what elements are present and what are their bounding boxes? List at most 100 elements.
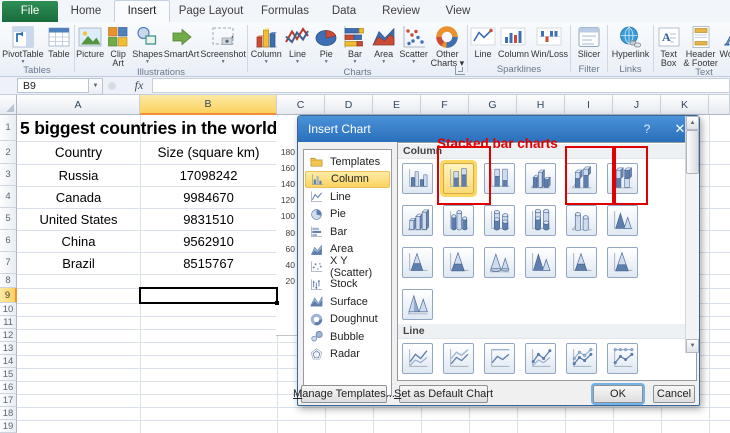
- row-header-8[interactable]: 8: [0, 274, 17, 288]
- ribbon-button-screenshot[interactable]: Screenshot ▼: [200, 24, 246, 65]
- chart-type-stacked-line-icon[interactable]: [443, 343, 474, 374]
- cell-A7[interactable]: Brazil: [17, 252, 140, 274]
- cell-B7[interactable]: 8515767: [140, 252, 277, 274]
- ribbon-button-shapes[interactable]: Shapes ▼: [132, 24, 163, 65]
- ribbon-button-slicer[interactable]: Slicer: [576, 24, 602, 59]
- chart-category-doughnut[interactable]: Doughnut: [305, 311, 390, 329]
- column-header-B[interactable]: B: [140, 95, 277, 115]
- cell-B6[interactable]: 9562910: [140, 230, 277, 252]
- ribbon-button-wordart[interactable]: AWordArt: [719, 24, 730, 59]
- row-header-14[interactable]: 14: [0, 355, 17, 368]
- scrollbar-thumb[interactable]: [686, 130, 699, 174]
- ribbon-button-bar[interactable]: Bar ▼: [342, 24, 368, 65]
- column-header-I[interactable]: I: [565, 95, 613, 115]
- ok-button[interactable]: OK: [593, 385, 643, 403]
- name-box[interactable]: B9: [17, 78, 89, 93]
- formula-input[interactable]: [152, 78, 730, 93]
- chart-type-clustered-pyramid-icon[interactable]: [525, 247, 556, 278]
- ribbon-button-column[interactable]: Column ▼: [251, 24, 282, 65]
- column-header-G[interactable]: G: [469, 95, 517, 115]
- ribbon-button-other-charts[interactable]: Other Charts ▾: [431, 24, 464, 67]
- row-header-5[interactable]: 5: [0, 208, 17, 230]
- ribbon-button-hyperlink[interactable]: Hyperlink: [612, 24, 649, 59]
- ribbon-button-clip-art[interactable]: Clip Art: [105, 24, 131, 67]
- column-header-D[interactable]: D: [325, 95, 373, 115]
- tab-page-layout[interactable]: Page Layout: [170, 1, 252, 22]
- row-header-9[interactable]: 9: [0, 288, 17, 303]
- tab-home[interactable]: Home: [58, 1, 114, 22]
- chart-type-clustered-column-icon[interactable]: [402, 163, 433, 194]
- chart-category-bar[interactable]: Bar: [305, 223, 390, 241]
- scrollbar-down-icon[interactable]: ▼: [686, 339, 699, 353]
- row-header-10[interactable]: 10: [0, 303, 17, 316]
- column-header-E[interactable]: E: [373, 95, 421, 115]
- manage-templates--button[interactable]: Manage Templates...: [293, 385, 395, 403]
- ribbon-button-line[interactable]: Line: [470, 24, 496, 59]
- column-header-A[interactable]: A: [17, 95, 140, 115]
- chart-type-100pct-stacked-line-icon[interactable]: [484, 343, 515, 374]
- chart-type-100pct-stacked-line-with-markers-icon[interactable]: [607, 343, 638, 374]
- cell-A1-title[interactable]: 5 biggest countries in the world: [3, 115, 294, 141]
- chart-type-100pct-stacked-cone-icon[interactable]: [443, 247, 474, 278]
- ribbon-button-column[interactable]: Column: [498, 24, 529, 59]
- ribbon-button-area[interactable]: Area ▼: [371, 24, 397, 65]
- ribbon-button-line[interactable]: Line ▼: [284, 24, 310, 65]
- chart-category-column[interactable]: Column: [305, 170, 390, 188]
- tab-view[interactable]: View: [432, 1, 484, 22]
- cell-A3[interactable]: Russia: [17, 164, 140, 186]
- row-header-16[interactable]: 16: [0, 381, 17, 394]
- chart-category-x-y-scatter-[interactable]: X Y (Scatter): [305, 255, 390, 279]
- ribbon-button-pie[interactable]: Pie ▼: [313, 24, 339, 65]
- selected-cell-outline[interactable]: [139, 287, 278, 304]
- column-header-partial[interactable]: [709, 95, 730, 115]
- row-header-18[interactable]: 18: [0, 407, 17, 420]
- ribbon-button-picture[interactable]: Picture: [76, 24, 104, 59]
- cell-B4[interactable]: 9984670: [140, 186, 277, 208]
- row-header-11[interactable]: 11: [0, 316, 17, 329]
- chart-type-100pct-stacked-cylinder-icon[interactable]: [525, 205, 556, 236]
- column-header-J[interactable]: J: [613, 95, 661, 115]
- row-header-19[interactable]: 19: [0, 420, 17, 433]
- row-header-13[interactable]: 13: [0, 342, 17, 355]
- insert-function-icon[interactable]: fx: [128, 78, 150, 93]
- chart-type-stacked-pyramid-icon[interactable]: [566, 247, 597, 278]
- chart-type-stacked-line-with-markers-icon[interactable]: [566, 343, 597, 374]
- cell-A5[interactable]: United States: [17, 208, 140, 230]
- row-header-17[interactable]: 17: [0, 394, 17, 407]
- chart-type-line-icon[interactable]: [402, 343, 433, 374]
- column-header-C[interactable]: C: [277, 95, 325, 115]
- tab-file[interactable]: File: [2, 1, 58, 22]
- row-header-7[interactable]: 7: [0, 252, 17, 274]
- tab-insert[interactable]: Insert: [114, 0, 170, 22]
- gallery-scrollbar[interactable]: ▲ ▼: [685, 116, 699, 353]
- chart-type-line-with-markers-icon[interactable]: [525, 343, 556, 374]
- row-header-3[interactable]: 3: [0, 164, 17, 186]
- dialog-help-icon[interactable]: ?: [639, 122, 655, 136]
- chart-type-100pct-stacked-pyramid-icon[interactable]: [607, 247, 638, 278]
- ribbon-button-pivottable[interactable]: PivotTable ▼: [2, 24, 44, 65]
- ribbon-button-text-box[interactable]: A Text Box: [656, 24, 682, 67]
- chart-type-clustered-cylinder-icon[interactable]: [443, 205, 474, 236]
- cancel-button[interactable]: Cancel: [653, 385, 695, 403]
- cell-B5[interactable]: 9831510: [140, 208, 277, 230]
- chart-category-bubble[interactable]: Bubble: [305, 328, 390, 346]
- set-as-default-chart-button[interactable]: Set as Default Chart: [394, 385, 493, 403]
- cell-B2-header[interactable]: Size (square km): [140, 141, 277, 164]
- scrollbar-up-icon[interactable]: ▲: [686, 116, 699, 130]
- tab-formulas[interactable]: Formulas: [252, 1, 318, 22]
- ribbon-button-win-loss[interactable]: Win/Loss: [531, 24, 568, 59]
- chart-type-stacked-cylinder-icon[interactable]: [484, 205, 515, 236]
- ribbon-button-table[interactable]: Table: [46, 24, 72, 59]
- chart-type-clustered-cone-icon[interactable]: [607, 205, 638, 236]
- column-header-K[interactable]: K: [661, 95, 709, 115]
- select-all-corner[interactable]: [0, 95, 17, 115]
- chart-type-3d-column-icon[interactable]: [402, 205, 433, 236]
- ribbon-button-header-footer[interactable]: Header & Footer: [683, 24, 718, 67]
- column-header-H[interactable]: H: [517, 95, 565, 115]
- tab-review[interactable]: Review: [370, 1, 432, 22]
- ribbon-button-scatter[interactable]: Scatter ▼: [399, 24, 428, 65]
- chart-category-pie[interactable]: Pie: [305, 206, 390, 224]
- column-header-F[interactable]: F: [421, 95, 469, 115]
- fill-handle[interactable]: [275, 301, 279, 305]
- chart-type-3d-clustered-column-icon[interactable]: [525, 163, 556, 194]
